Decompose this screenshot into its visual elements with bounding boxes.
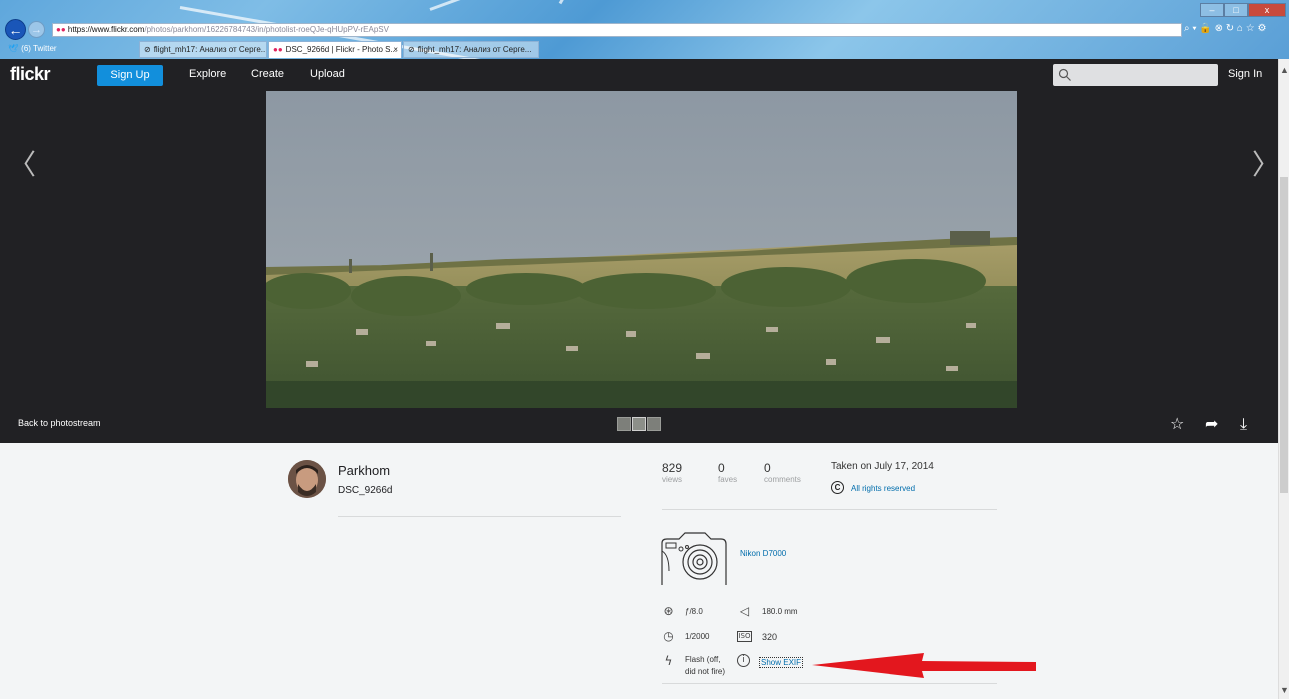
previous-photo-button[interactable]: 〈 — [8, 143, 36, 183]
forward-arrow-icon: → — [31, 23, 42, 36]
iso-icon: ISO — [737, 631, 752, 642]
scrollbar-thumb[interactable] — [1280, 177, 1288, 493]
address-bar[interactable]: ●● https://www.flickr.com/photos/parkhom… — [52, 23, 1182, 37]
shutter-speed-icon: ◷ — [663, 629, 674, 643]
views-label: views — [662, 475, 683, 484]
tab-strip: 🕊 (6) Twitter ⊘ flight_mh17: Анализ от Сер… — [0, 40, 1289, 58]
camera-icon — [661, 532, 727, 585]
comments-count: 0 — [764, 461, 771, 475]
next-photo-button[interactable]: 〉 — [1252, 143, 1280, 183]
tab-label: DSC_9266d | Flickr - Photo S... — [285, 45, 398, 54]
signin-link[interactable]: Sign In — [1228, 68, 1262, 80]
maximize-button[interactable]: □ — [1224, 3, 1248, 17]
share-icon[interactable]: ➦ — [1205, 414, 1218, 433]
avatar-image — [288, 460, 326, 498]
tab-flight-mh17-2[interactable]: ⊘ flight_mh17: Анализ от Серге... — [403, 41, 539, 58]
exposure-value: 1/2000 — [685, 632, 710, 641]
background-streak — [558, 0, 597, 5]
tab-label: (6) Twitter — [21, 44, 57, 53]
owner-avatar[interactable] — [288, 460, 326, 498]
taken-date: Taken on July 17, 2014 — [831, 461, 934, 472]
photo-stage: 〈 〉 Back to photostream ☆ ➦ ⤓ — [0, 91, 1280, 443]
divider — [662, 509, 997, 510]
download-icon[interactable]: ⤓ — [1240, 414, 1247, 434]
focal-length-value: 180.0 mm — [762, 607, 798, 616]
flickr-logo[interactable]: flickr — [10, 64, 51, 85]
link-icon: ⊘ — [144, 45, 151, 54]
address-path: /photos/parkhom/16226784743/in/photolist… — [144, 25, 389, 34]
scroll-up-icon[interactable]: ▲ — [1280, 65, 1289, 75]
browser-forward-button[interactable]: → — [28, 21, 45, 38]
nav-explore[interactable]: Explore — [189, 68, 226, 80]
flash-value-line2: did not fire) — [685, 667, 726, 676]
flickr-favicon-icon: ●● — [56, 25, 66, 34]
back-arrow-icon: ← — [8, 21, 23, 38]
favorite-star-icon[interactable]: ☆ — [1170, 414, 1184, 433]
search-icon — [1058, 68, 1071, 81]
photo-info-section: Parkhom DSC_9266d 829 views 0 faves 0 co… — [0, 443, 1278, 699]
divider — [662, 683, 997, 684]
link-icon: ⊘ — [408, 45, 415, 54]
close-window-button[interactable]: x — [1248, 3, 1286, 17]
thumbnail[interactable] — [617, 417, 631, 431]
tab-label: flight_mh17: Анализ от Серге... — [417, 45, 532, 54]
address-host: www.flickr.com — [91, 25, 145, 34]
back-to-photostream-link[interactable]: Back to photostream — [18, 418, 101, 428]
focal-length-icon: ◁ — [739, 604, 750, 618]
signup-button[interactable]: Sign Up — [97, 65, 163, 86]
tab-flight-mh17[interactable]: ⊘ flight_mh17: Анализ от Серге... — [139, 41, 267, 58]
views-count: 829 — [662, 461, 683, 475]
thumbnail[interactable] — [647, 417, 661, 431]
twitter-icon: 🕊 — [8, 44, 19, 53]
flash-icon: ϟ — [664, 654, 673, 668]
photo-thumbnail-strip — [617, 417, 661, 431]
copyright-icon: C — [831, 481, 844, 494]
license-link[interactable]: All rights reserved — [851, 484, 915, 493]
address-scheme: https:// — [67, 25, 92, 34]
search-input[interactable] — [1053, 64, 1218, 86]
page-scrollbar[interactable]: ▲ ▼ — [1278, 59, 1289, 699]
thumbnail-current[interactable] — [632, 417, 646, 431]
show-exif-link[interactable]: Show EXIF — [759, 657, 804, 668]
tab-twitter[interactable]: 🕊 (6) Twitter — [4, 41, 134, 58]
minimize-button[interactable]: – — [1200, 3, 1224, 17]
browser-back-button[interactable]: ← — [5, 19, 26, 40]
main-photo[interactable] — [266, 91, 1017, 408]
nav-upload[interactable]: Upload — [310, 68, 345, 80]
browser-toolbar-icons[interactable]: ⌕ ▾ 🔒 ⊗ ↻ ⌂ ☆ ⚙ — [1184, 23, 1287, 37]
aperture-value: ƒ/8.0 — [685, 607, 703, 616]
faves-label: faves — [718, 475, 738, 484]
iso-value: 320 — [762, 632, 778, 642]
tab-close-icon[interactable]: × — [393, 42, 398, 58]
tab-flickr-photo[interactable]: ●● DSC_9266d | Flickr - Photo S... × — [268, 41, 402, 58]
browser-chrome: ← → ●● https://www.flickr.com/photos/par… — [0, 0, 1289, 59]
background-streak — [429, 0, 591, 11]
photo-title: DSC_9266d — [338, 485, 393, 496]
tab-label: flight_mh17: Анализ от Серге... — [153, 45, 267, 54]
flickr-navbar: flickr Sign Up Explore Create Upload Sig… — [0, 59, 1278, 91]
flash-value-line1: Flash (off, — [685, 655, 721, 664]
scroll-down-icon[interactable]: ▼ — [1280, 685, 1289, 695]
divider — [338, 516, 621, 517]
annotation-arrow-icon — [812, 653, 1036, 678]
aperture-icon: ⊛ — [663, 604, 674, 618]
landscape-photo — [266, 91, 1017, 408]
info-icon: i — [737, 654, 750, 667]
comments-label: comments — [764, 475, 801, 484]
window-controls: – □ x — [1200, 3, 1286, 17]
nav-create[interactable]: Create — [251, 68, 284, 80]
faves-count: 0 — [718, 461, 725, 475]
owner-name-link[interactable]: Parkhom — [338, 463, 390, 478]
flickr-icon: ●● — [273, 45, 283, 54]
camera-model-link[interactable]: Nikon D7000 — [740, 549, 786, 558]
